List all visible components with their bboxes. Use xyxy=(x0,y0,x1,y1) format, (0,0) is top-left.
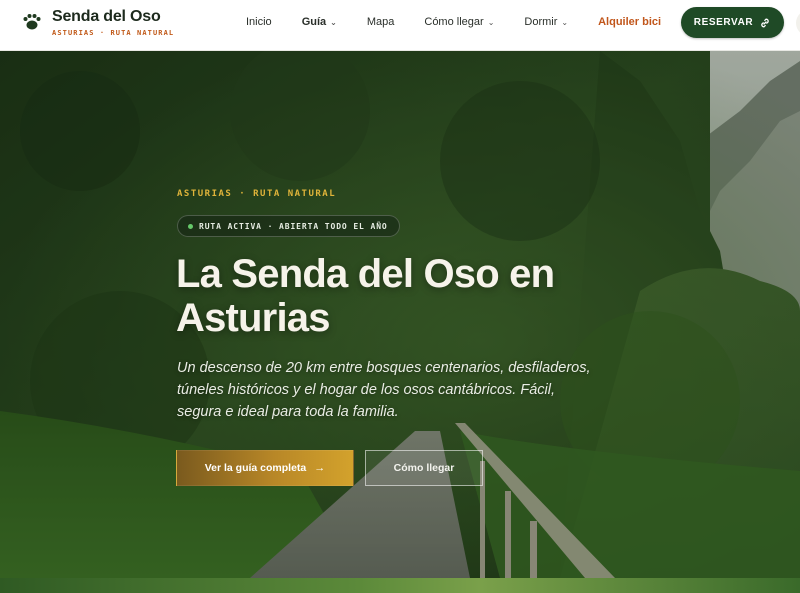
nav-item-mapa[interactable]: Mapa xyxy=(367,16,395,28)
chevron-down-icon: ⌄ xyxy=(330,17,337,27)
hero-section: ASTURIAS · RUTA NATURAL RUTA ACTIVA · AB… xyxy=(0,51,800,578)
paw-icon xyxy=(23,14,41,30)
reservar-button[interactable]: RESERVAR xyxy=(681,7,784,38)
arrow-right-icon: → xyxy=(314,462,326,474)
next-section-preview xyxy=(0,578,800,593)
partial-icon-button[interactable] xyxy=(796,10,800,36)
brand-tagline: ASTURIAS · RUTA NATURAL xyxy=(52,29,175,37)
nav-label: Dormir xyxy=(524,16,558,28)
como-llegar-button[interactable]: Cómo llegar xyxy=(365,450,483,486)
nav-label: Alquiler bici xyxy=(598,16,662,28)
status-dot-icon xyxy=(188,223,193,229)
nav-item-alquiler-bici[interactable]: Alquiler bici xyxy=(598,16,661,28)
nav-item-inicio[interactable]: Inicio xyxy=(246,16,272,28)
ver-guia-button[interactable]: Ver la guía completa → xyxy=(176,450,354,486)
nav-item-como-llegar[interactable]: Cómo llegar ⌄ xyxy=(424,16,494,28)
ver-guia-label: Ver la guía completa xyxy=(204,462,307,474)
como-llegar-label: Cómo llegar xyxy=(393,462,455,474)
reservar-label: RESERVAR xyxy=(693,17,754,28)
link-icon xyxy=(761,18,770,27)
hero-description: Un descenso de 20 km entre bosques cente… xyxy=(177,360,591,420)
hero-eyebrow: ASTURIAS · RUTA NATURAL xyxy=(177,189,337,199)
nav-label: Cómo llegar xyxy=(424,16,484,28)
site-header: Senda del Oso ASTURIAS · RUTA NATURAL In… xyxy=(0,0,800,51)
nav-item-dormir[interactable]: Dormir ⌄ xyxy=(524,16,568,28)
nav-label: Guía xyxy=(301,16,327,28)
nav-label: Inicio xyxy=(246,16,272,28)
chevron-down-icon: ⌄ xyxy=(487,17,495,27)
nav-item-guia[interactable]: Guía ⌄ xyxy=(302,16,337,28)
nav-label: Mapa xyxy=(366,16,395,28)
brand-logo[interactable]: Senda del Oso ASTURIAS · RUTA NATURAL xyxy=(22,8,174,37)
chevron-down-icon: ⌄ xyxy=(561,17,569,27)
main-nav: Inicio Guía ⌄ Mapa Cómo llegar ⌄ Dormir … xyxy=(246,0,691,44)
status-text: RUTA ACTIVA · ABIERTA TODO EL AÑO xyxy=(199,221,388,231)
brand-name: Senda del Oso xyxy=(52,8,161,25)
status-badge: RUTA ACTIVA · ABIERTA TODO EL AÑO xyxy=(177,215,400,237)
hero-title: La Senda del Oso en Asturias xyxy=(176,252,555,340)
